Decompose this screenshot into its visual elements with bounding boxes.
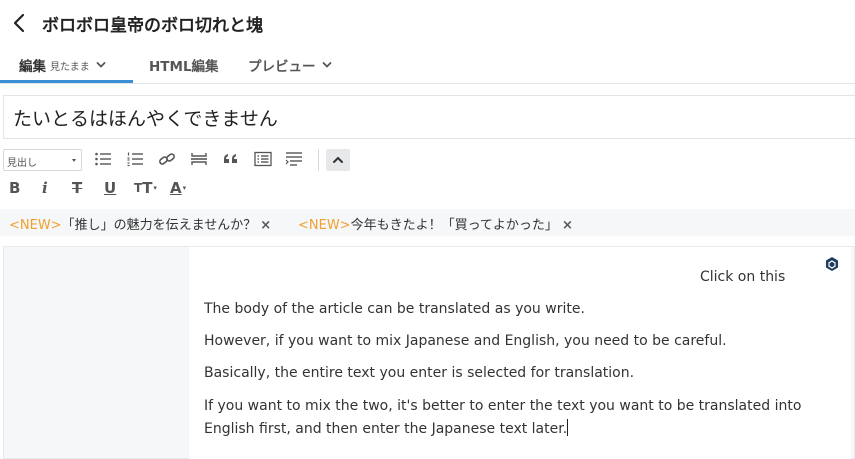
bold-button[interactable]: B — [9, 177, 20, 199]
news-text: 今年もきたよ！「買ってよかった」 — [350, 218, 558, 233]
paragraph-align-button[interactable] — [283, 148, 305, 170]
italic-button[interactable]: i — [42, 177, 48, 199]
news-item[interactable]: <NEW>今年もきたよ！「買ってよかった」 × — [298, 214, 573, 233]
toolbar-row-2: B i T U T T ▾ A ▾ — [0, 175, 855, 201]
tab-preview[interactable]: プレビュー — [248, 46, 332, 84]
active-tab-indicator — [0, 80, 133, 83]
paragraph-align-icon — [285, 152, 302, 166]
text-size-large-glyph: T — [142, 179, 153, 197]
quote-icon — [224, 154, 237, 163]
link-icon — [159, 153, 175, 165]
collapse-toolbar-button[interactable] — [326, 149, 350, 171]
text-size-button[interactable]: T T ▾ — [134, 177, 157, 199]
back-button[interactable] — [8, 10, 30, 36]
news-item[interactable]: <NEW>「推し」の魅力を伝えませんか？ × — [9, 214, 271, 233]
editor-tabs: 編集 見たまま HTML編集 プレビュー — [0, 46, 855, 84]
paragraph[interactable]: The body of the article can be translate… — [204, 298, 585, 321]
horizontal-rule-icon — [191, 153, 207, 165]
chevron-down-icon — [322, 62, 331, 68]
text-color-glyph: A — [170, 179, 182, 197]
paragraph[interactable]: English first, and then enter the Japane… — [204, 418, 569, 441]
close-icon[interactable]: × — [562, 218, 573, 233]
text-size-small-glyph: T — [134, 181, 143, 195]
tab-html-edit[interactable]: HTML編集 — [149, 46, 219, 84]
underline-button[interactable]: U — [104, 177, 116, 199]
text-cursor — [567, 419, 569, 436]
quote-button[interactable] — [220, 148, 242, 170]
paragraph[interactable]: If you want to mix the two, it's better … — [204, 395, 801, 418]
bullet-list-icon — [95, 152, 111, 166]
table-of-contents-button[interactable] — [252, 148, 274, 170]
table-of-contents-icon — [254, 151, 272, 167]
caret-down-icon — [72, 159, 76, 162]
new-tag: <NEW> — [9, 218, 62, 233]
tab-edit[interactable]: 編集 見たまま — [19, 46, 106, 84]
chevron-up-icon — [333, 156, 343, 163]
new-tag: <NEW> — [298, 218, 351, 233]
caret-down-icon: ▾ — [153, 184, 157, 192]
click-hint[interactable]: Click on this — [700, 269, 785, 285]
toolbar-row-1: 見出し — [0, 146, 855, 172]
heading-select-value: 見出し — [7, 158, 37, 169]
bullet-list-button[interactable] — [92, 148, 114, 170]
caret-down-icon: ▾ — [182, 184, 187, 192]
numbered-list-icon — [127, 152, 143, 167]
strikethrough-button[interactable]: T — [72, 177, 82, 199]
paragraph[interactable]: However, if you want to mix Japanese and… — [204, 330, 727, 353]
close-icon[interactable]: × — [260, 218, 271, 233]
header: ボロボロ皇帝のボロ切れと塊 — [0, 0, 855, 46]
link-button[interactable] — [156, 148, 178, 170]
text-color-button[interactable]: A ▾ — [170, 177, 186, 199]
paragraph[interactable]: Basically, the entire text you enter is … — [204, 362, 634, 385]
hexagon-icon[interactable] — [825, 256, 839, 272]
numbered-list-button[interactable] — [124, 148, 146, 170]
news-bar: <NEW>「推し」の魅力を伝えませんか？ × <NEW>今年もきたよ！「買ってよか… — [0, 209, 855, 236]
back-icon — [13, 13, 25, 33]
horizontal-rule-button[interactable] — [188, 148, 210, 170]
article-title-input[interactable]: たいとるはほんやくできません — [3, 95, 855, 139]
tab-edit-mode: 見たまま — [50, 61, 90, 73]
tab-edit-label: 編集 — [19, 59, 46, 75]
chevron-down-icon — [96, 62, 106, 68]
news-text: 「推し」の魅力を伝えませんか？ — [61, 218, 257, 233]
heading-select[interactable]: 見出し — [3, 149, 82, 171]
page-title: ボロボロ皇帝のボロ切れと塊 — [42, 16, 263, 36]
paragraph-text: English first, and then enter the Japane… — [204, 421, 568, 437]
tab-preview-label: プレビュー — [248, 59, 316, 75]
toolbar-divider — [318, 149, 319, 171]
